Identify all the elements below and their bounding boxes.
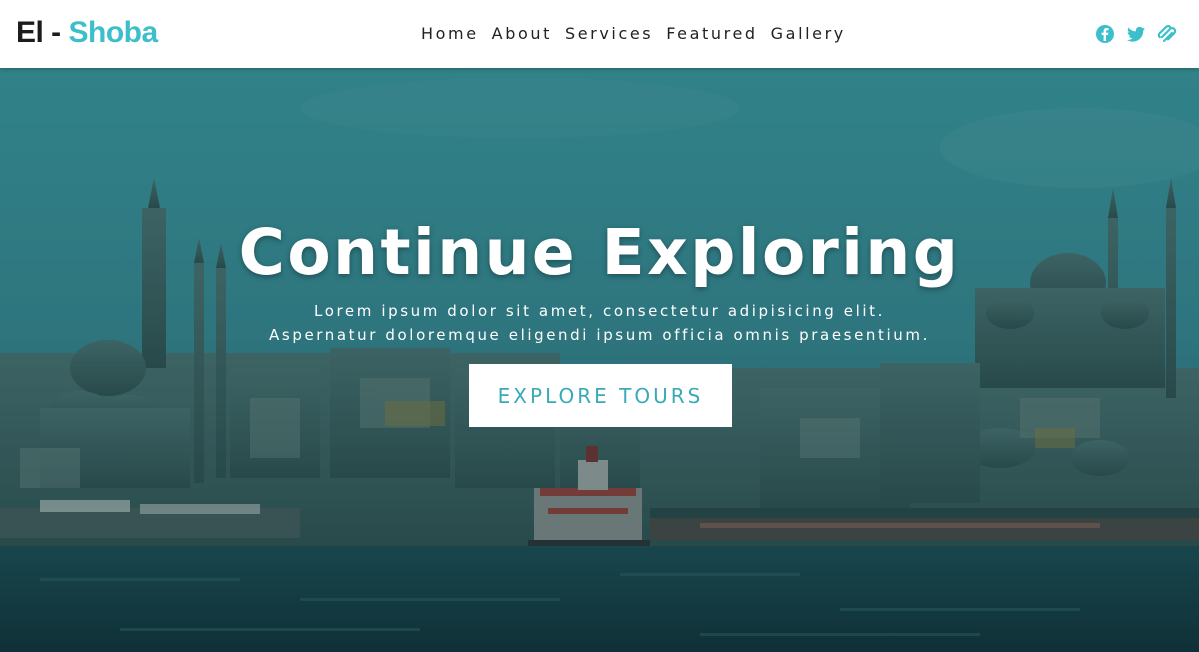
nav-link-home[interactable]: Home	[421, 24, 479, 44]
explore-tours-button[interactable]: EXPLORE TOURS	[469, 364, 732, 427]
nav-link-featured[interactable]: Featured	[666, 24, 757, 44]
navbar: El - Shoba Home About Services Featured …	[0, 0, 1199, 68]
nav-link-gallery[interactable]: Gallery	[771, 24, 846, 44]
brand-name-part2: Shoba	[68, 16, 159, 49]
hero-subtitle-line2: Aspernatur doloremque eligendi ipsum off…	[269, 326, 930, 344]
twitter-icon[interactable]	[1126, 24, 1146, 44]
social-links	[1095, 24, 1177, 44]
facebook-icon[interactable]	[1095, 24, 1115, 44]
brand-logo[interactable]: El - Shoba	[16, 16, 158, 50]
hero-subtitle-line1: Lorem ipsum dolor sit amet, consectetur …	[314, 302, 885, 320]
hero-section: Continue Exploring Lorem ipsum dolor sit…	[0, 68, 1199, 652]
squarespace-icon[interactable]	[1157, 24, 1177, 44]
hero-content: Continue Exploring Lorem ipsum dolor sit…	[0, 68, 1199, 652]
brand-name-part1: El -	[16, 16, 69, 49]
nav-link-services[interactable]: Services	[565, 24, 653, 44]
hero-title: Continue Exploring	[238, 216, 961, 289]
nav-link-about[interactable]: About	[492, 24, 552, 44]
main-nav: Home About Services Featured Gallery	[421, 24, 846, 44]
hero-subtitle: Lorem ipsum dolor sit amet, consectetur …	[0, 299, 1199, 347]
